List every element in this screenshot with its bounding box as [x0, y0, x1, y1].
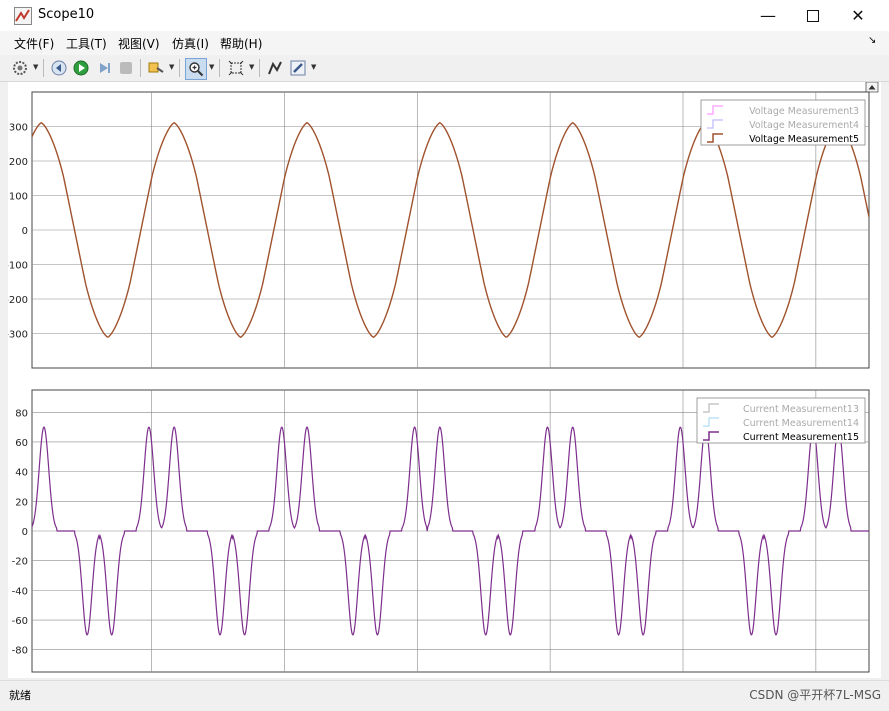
y-tick-label: 200 — [9, 157, 28, 168]
status-text: 就绪 — [9, 689, 31, 702]
toolbar: ▼ ▼ ▼ ▼ ▼ — [0, 55, 889, 82]
menu-help[interactable]: 帮助(H) — [220, 35, 262, 52]
scope-axes-area: -300-200-1000100200300Voltage Measuremen… — [5, 81, 881, 689]
zoom-in-button[interactable] — [185, 58, 207, 80]
y-tick-label: -200 — [8, 295, 28, 306]
watermark-text: CSDN @平开杯7L-MSG — [749, 688, 881, 702]
run-button[interactable] — [71, 58, 91, 78]
scope-plots[interactable]: -300-200-1000100200300Voltage Measuremen… — [5, 81, 881, 689]
y-tick-label: 0 — [22, 527, 28, 538]
y-tick-label: 40 — [15, 468, 28, 479]
legend-label: Current Measurement15 — [743, 432, 859, 443]
minimize-icon: — — [760, 6, 776, 25]
stop-icon — [120, 62, 132, 74]
matlab-scope-icon — [14, 7, 32, 25]
highlight-button[interactable] — [146, 58, 166, 78]
highlight-dropdown-icon[interactable]: ▼ — [169, 63, 174, 71]
style-edit-icon — [290, 60, 306, 76]
settings-button[interactable] — [10, 58, 30, 78]
step-back-button[interactable] — [49, 58, 69, 78]
toolbar-separator — [259, 59, 260, 77]
menu-simulation[interactable]: 仿真(I) — [172, 35, 209, 52]
minimize-button[interactable]: — — [745, 0, 791, 31]
toolbar-separator — [43, 59, 44, 77]
y-tick-label: 60 — [15, 438, 28, 449]
toolbar-separator — [179, 59, 180, 77]
window-title: Scope10 — [38, 7, 95, 22]
zoom-in-icon — [189, 62, 204, 77]
current-plot: -80-60-40-200204060800.660.680.70.720.74… — [12, 389, 870, 689]
y-tick-label: 20 — [15, 497, 28, 508]
undock-button[interactable] — [865, 81, 879, 93]
y-tick-label: 300 — [9, 123, 28, 134]
toolbar-separator — [140, 59, 141, 77]
y-tick-label: -40 — [12, 586, 28, 597]
fit-dropdown-icon[interactable]: ▼ — [249, 63, 254, 71]
menu-file[interactable]: 文件(F) — [14, 35, 54, 52]
y-tick-label: -20 — [12, 557, 28, 568]
run-icon — [73, 60, 89, 76]
style-edit-button[interactable] — [288, 58, 308, 78]
y-tick-label: 80 — [15, 408, 28, 419]
voltage-plot: -300 -200 -100 0 100 200 300 Voltage Measuremen… — [5, 91, 870, 369]
legend-label: Voltage Measurement4 — [749, 120, 859, 131]
legend-label: Voltage Measurement5 — [749, 134, 859, 145]
menu-tools[interactable]: 工具(T) — [66, 35, 107, 52]
settings-dropdown-icon[interactable]: ▼ — [33, 63, 38, 71]
step-back-icon — [51, 60, 67, 76]
step-forward-icon — [100, 63, 110, 73]
toolbar-separator — [219, 59, 220, 77]
settings-gear-icon — [13, 61, 27, 75]
close-icon: ✕ — [851, 6, 865, 25]
signal-selector-button[interactable] — [265, 58, 285, 78]
scope-window: Scope10 — ✕ 文件(F) 工具(T) 视图(V) 仿真(I) 帮助(H… — [0, 0, 889, 711]
menu-dock-arrow-icon[interactable]: ↘ — [868, 35, 876, 46]
legend-label: Voltage Measurement3 — [749, 106, 859, 117]
step-forward-button[interactable] — [94, 58, 114, 78]
close-button[interactable]: ✕ — [835, 0, 881, 31]
title-bar[interactable]: Scope10 — ✕ — [0, 0, 889, 31]
y-tick-label: -60 — [12, 616, 28, 627]
y-tick-label: -80 — [12, 646, 28, 657]
status-bar: 就绪 CSDN @平开杯7L-MSG — [0, 680, 889, 711]
y-tick-label: -100 — [8, 261, 28, 272]
menu-view[interactable]: 视图(V) — [118, 35, 160, 52]
legend-label: Current Measurement14 — [743, 418, 859, 429]
y-tick-label: -300 — [8, 330, 28, 341]
maximize-icon — [807, 9, 819, 22]
fit-axes-button[interactable] — [226, 58, 246, 78]
menu-bar: 文件(F) 工具(T) 视图(V) 仿真(I) 帮助(H) ↘ — [0, 31, 889, 55]
zoom-dropdown-icon[interactable]: ▼ — [209, 63, 214, 71]
highlight-icon — [148, 62, 164, 73]
maximize-button[interactable] — [790, 0, 836, 31]
y-tick-label: 100 — [9, 192, 28, 203]
style-dropdown-icon[interactable]: ▼ — [311, 63, 316, 71]
signal-selector-icon — [268, 61, 282, 75]
fit-axes-icon — [228, 60, 244, 76]
legend-label: Current Measurement13 — [743, 404, 859, 415]
stop-button[interactable] — [116, 58, 136, 78]
y-tick-label: 0 — [22, 226, 28, 237]
